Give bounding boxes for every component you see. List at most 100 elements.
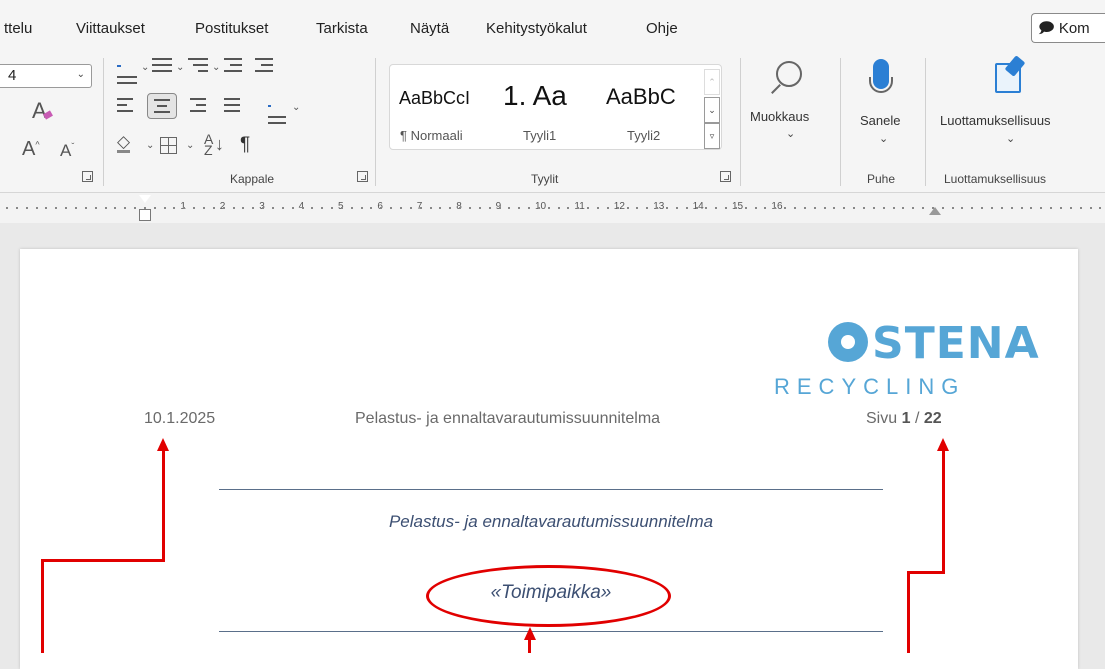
ruler-tick — [685, 207, 688, 209]
ruler-tick — [84, 207, 87, 209]
gallery-up-button[interactable]: ⌃ — [704, 69, 720, 95]
sensitivity-button[interactable]: Luottamuksellisuus ⌄ — [935, 55, 1085, 155]
annotation-ellipse — [426, 565, 671, 627]
ruler-tick — [25, 207, 28, 209]
ruler-tick — [587, 207, 590, 209]
tab-mailings[interactable]: Postitukset — [195, 20, 268, 37]
style-name-tyyli1[interactable]: Tyyli1 — [523, 128, 556, 143]
ruler-number: 16 — [771, 201, 783, 212]
align-center-button[interactable] — [147, 93, 177, 119]
ruler-tick — [981, 207, 984, 209]
styles-dialog-launcher-icon[interactable] — [720, 171, 731, 182]
font-size-select[interactable]: 4 ⌄ — [0, 64, 92, 88]
ruler-number: 13 — [653, 201, 665, 212]
ruler-tick — [232, 207, 235, 209]
dictate-button[interactable]: Sanele ⌄ — [850, 55, 910, 155]
ruler-tick — [843, 207, 846, 209]
multilevel-list-icon[interactable] — [188, 58, 208, 72]
ruler-tick — [803, 207, 806, 209]
grow-font-icon[interactable]: A^ — [22, 138, 40, 161]
gallery-down-button[interactable]: ⌄ — [704, 97, 720, 123]
tab-view[interactable]: Näytä — [410, 20, 449, 37]
ruler-tick — [774, 207, 777, 209]
tab-help[interactable]: Ohje — [646, 20, 678, 37]
ruler-tick — [143, 207, 146, 209]
ruler-tick — [449, 207, 452, 209]
page-label: Sivu — [866, 410, 898, 427]
chevron-down-icon[interactable]: ⌄ — [146, 140, 154, 151]
ruler-tick — [951, 207, 954, 209]
gallery-more-button[interactable]: ▿ — [704, 123, 720, 149]
ruler-tick — [1089, 207, 1092, 209]
tab-file-partial[interactable]: ttelu — [4, 20, 32, 37]
menu-bar: ttelu Viittaukset Postitukset Tarkista N… — [0, 0, 1105, 50]
style-sample-tyyli1[interactable]: 1. Aa — [503, 80, 567, 112]
chevron-down-icon[interactable]: ⌄ — [141, 62, 149, 73]
ruler-number: 15 — [732, 201, 744, 212]
align-left-icon[interactable] — [117, 98, 133, 112]
chevron-down-icon[interactable]: ⌄ — [292, 102, 300, 113]
editing-button[interactable]: Muokkaus ⌄ — [748, 55, 828, 155]
tab-review[interactable]: Tarkista — [316, 20, 368, 37]
sort-icon[interactable]: AZ — [204, 132, 213, 157]
ruler-tick — [626, 207, 629, 209]
page-number: Sivu 1 / 22 — [866, 410, 942, 428]
ruler-tick — [55, 207, 58, 209]
clear-formatting-icon[interactable]: A — [32, 98, 47, 124]
style-name-normal[interactable]: ¶ Normaali — [400, 128, 463, 143]
tab-references[interactable]: Viittaukset — [76, 20, 145, 37]
chevron-down-icon[interactable]: ⌄ — [186, 140, 194, 151]
increase-indent-icon[interactable] — [255, 58, 273, 72]
bullets-icon[interactable] — [117, 58, 137, 84]
horizontal-ruler[interactable]: 12345678910111213141516 — [0, 193, 1105, 223]
ruler-tick — [153, 207, 156, 209]
speech-group-label: Puhe — [867, 172, 896, 186]
style-sample-tyyli2[interactable]: AaBbC — [606, 84, 676, 110]
chevron-down-icon[interactable]: ⌄ — [176, 62, 184, 73]
ruler-tick — [912, 207, 915, 209]
ruler-tick — [498, 207, 501, 209]
ruler-tick — [1069, 207, 1072, 209]
ruler-tick — [183, 207, 186, 209]
line-spacing-icon[interactable] — [268, 98, 286, 124]
first-line-indent-marker-icon[interactable] — [139, 195, 151, 203]
decrease-indent-icon[interactable] — [224, 58, 242, 72]
ruler-tick — [6, 207, 8, 209]
style-sample-normal[interactable]: AaBbCcI — [399, 88, 470, 109]
align-right-icon[interactable] — [190, 98, 206, 112]
borders-icon[interactable] — [160, 137, 177, 154]
font-dialog-launcher-icon[interactable] — [82, 171, 93, 182]
search-icon-handle — [771, 84, 781, 94]
numbering-icon[interactable] — [152, 58, 172, 72]
ruler-tick — [252, 207, 255, 209]
sort-arrow-icon: ↓ — [215, 134, 224, 154]
pilcrow-icon[interactable]: ¶ — [240, 134, 250, 156]
right-indent-marker-icon[interactable] — [929, 207, 941, 215]
ruler-tick — [439, 207, 442, 209]
search-icon — [776, 61, 802, 87]
chevron-down-icon[interactable]: ⌄ — [212, 62, 220, 73]
ruler-tick — [665, 207, 668, 209]
comment-icon: 🗩 — [1038, 20, 1055, 37]
ruler-tick — [734, 207, 737, 209]
ruler-tick — [705, 207, 708, 209]
ruler-tick — [715, 207, 718, 209]
title-bottom-rule — [219, 631, 883, 632]
stena-logo-subtitle: RECYCLING — [774, 374, 966, 399]
comments-button[interactable]: 🗩 Kom — [1031, 13, 1105, 43]
shading-icon[interactable]: ◇ — [117, 133, 131, 153]
ruler-tick — [311, 207, 314, 209]
ruler-tick — [271, 207, 274, 209]
ruler-tick — [478, 207, 481, 209]
left-indent-marker-icon[interactable] — [139, 209, 151, 221]
style-name-tyyli2[interactable]: Tyyli2 — [627, 128, 660, 143]
stena-logo-wordmark: STENA — [828, 318, 1040, 369]
ruler-tick — [675, 207, 678, 209]
paragraph-dialog-launcher-icon[interactable] — [357, 171, 368, 182]
justify-icon[interactable] — [224, 98, 240, 112]
tab-developer[interactable]: Kehitystyökalut — [486, 20, 587, 37]
page-separator: / — [914, 410, 920, 427]
ruler-number: 10 — [535, 201, 547, 212]
shrink-font-icon[interactable]: Aˇ — [60, 141, 74, 161]
ruler-tick — [35, 207, 38, 209]
